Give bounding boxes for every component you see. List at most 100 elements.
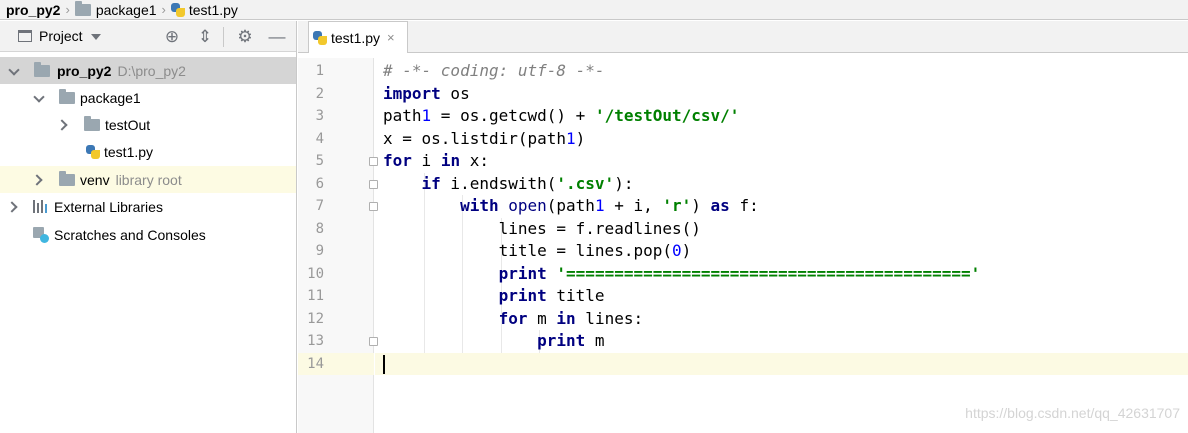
folder-icon <box>34 61 50 77</box>
code-line[interactable]: # -*- coding: utf-8 -*- <box>375 60 1188 83</box>
editor-tab-bar: test1.py × <box>298 21 1188 53</box>
code-line[interactable]: x = os.listdir(path1) <box>375 128 1188 151</box>
tree-item-scratches[interactable]: Scratches and Consoles <box>0 221 296 248</box>
tree-item-test1-py[interactable]: test1.py <box>0 138 296 165</box>
code-line[interactable]: print m <box>375 330 1188 353</box>
line-number: 5 <box>315 153 324 169</box>
tree-item-package1[interactable]: package1 <box>0 84 296 111</box>
project-view-selector[interactable]: Project <box>39 28 83 44</box>
code-line-text: # -*- coding: utf-8 -*- <box>383 61 605 80</box>
breadcrumb-file[interactable]: test1.py <box>170 0 238 19</box>
code-line[interactable]: if i.endswith('.csv'): <box>375 173 1188 196</box>
collapse-arrow-icon[interactable] <box>57 118 69 130</box>
folder-icon <box>84 115 100 131</box>
code-line[interactable]: with open(path1 + i, 'r') as f: <box>375 195 1188 218</box>
line-number: 14 <box>307 355 324 372</box>
gutter-line: 11 <box>298 285 374 308</box>
line-number: 3 <box>315 108 324 124</box>
code-line-text: with open(path1 + i, 'r') as f: <box>460 196 759 215</box>
python-file-icon <box>170 2 185 17</box>
folder-icon <box>74 0 91 16</box>
tree-item-hint: library root <box>115 171 182 188</box>
tab-test1-py[interactable]: test1.py × <box>308 21 408 53</box>
gutter-line: 5 <box>298 150 378 173</box>
line-number-gutter: 1 2 3 4 5 6 7 8 9 10 11 12 13 14 <box>298 58 378 433</box>
breadcrumb-package[interactable]: package1 <box>74 0 157 19</box>
scratch-icon <box>33 226 49 243</box>
tree-item-label: testOut <box>105 116 151 133</box>
library-icon <box>33 200 48 213</box>
tree-item-label: test1.py <box>104 143 154 160</box>
code-line[interactable]: import os <box>375 83 1188 106</box>
breadcrumb-project[interactable]: pro_py2 <box>6 0 61 19</box>
code-line[interactable]: lines = f.readlines() <box>375 218 1188 241</box>
code-line[interactable]: path1 = os.getcwd() + '/testOut/csv/' <box>375 105 1188 128</box>
breadcrumb: pro_py2 › package1 › test1.py <box>0 0 1188 20</box>
tree-item-label: venv <box>80 171 110 188</box>
minimize-icon[interactable]: — <box>267 27 287 47</box>
gutter-line: 10 <box>298 263 374 286</box>
collapse-icon[interactable]: ⇕ <box>195 27 215 47</box>
gutter-line: 3 <box>298 105 374 128</box>
line-number: 12 <box>307 310 324 327</box>
breadcrumb-project-label: pro_py2 <box>6 1 61 18</box>
code-line-text: for m in lines: <box>498 308 644 328</box>
tree-item-label: External Libraries <box>54 198 163 215</box>
code-line-text: lines = f.readlines() <box>383 218 701 238</box>
breadcrumb-file-label: test1.py <box>188 1 238 18</box>
python-file-icon <box>313 30 327 45</box>
tree-item-pro-py2[interactable]: pro_py2 D:\pro_py2 <box>0 57 296 84</box>
tree-item-label: pro_py2 <box>57 62 112 79</box>
gutter-line: 14 <box>298 352 374 375</box>
expand-arrow-icon[interactable] <box>8 64 20 76</box>
tree-item-hint: D:\pro_py2 <box>117 62 186 79</box>
line-number: 7 <box>315 198 324 214</box>
chevron-down-icon[interactable] <box>90 34 101 40</box>
tree-item-external-libraries[interactable]: External Libraries <box>0 193 296 220</box>
project-view-icon <box>18 30 32 42</box>
project-panel: Project ⊕ ⇕ ⚙ — pro_py2 D:\pro_py2 packa… <box>0 21 297 433</box>
tab-label: test1.py <box>331 29 381 46</box>
code-line-text: x = os.listdir(path1) <box>383 128 586 148</box>
code-line-text: print '=================================… <box>498 263 981 283</box>
toolbar-divider <box>223 27 224 47</box>
gutter-line: 9 <box>298 240 374 263</box>
line-number: 8 <box>315 220 324 237</box>
collapse-arrow-icon[interactable] <box>7 200 19 212</box>
code-line[interactable]: title = lines.pop(0) <box>375 240 1188 263</box>
line-number: 6 <box>315 175 324 192</box>
target-icon[interactable]: ⊕ <box>162 27 182 47</box>
gear-icon[interactable]: ⚙ <box>235 27 255 47</box>
gutter-line: 1 <box>298 60 374 83</box>
line-number: 1 <box>315 63 324 79</box>
tree-item-testout[interactable]: testOut <box>0 111 296 138</box>
collapse-arrow-icon[interactable] <box>32 173 44 185</box>
tree-item-venv[interactable]: venv library root <box>0 166 296 193</box>
breadcrumb-separator: › <box>161 2 166 17</box>
close-icon[interactable]: × <box>387 30 395 45</box>
line-number: 2 <box>315 85 324 102</box>
code-line[interactable]: for m in lines: <box>375 308 1188 331</box>
python-file-icon <box>86 144 100 159</box>
gutter-line: 2 <box>298 83 374 106</box>
code-line-text: path1 = os.getcwd() + '/testOut/csv/' <box>383 106 740 125</box>
line-number: 10 <box>307 265 324 282</box>
code-line[interactable]: print '=================================… <box>375 263 1188 286</box>
gutter-line: 8 <box>298 218 374 241</box>
watermark: https://blog.csdn.net/qq_42631707 <box>965 405 1180 421</box>
code-line-text: for i in x: <box>383 151 489 170</box>
code-line-text: if i.endswith('.csv'): <box>421 173 634 193</box>
line-number: 4 <box>315 130 324 147</box>
folder-icon <box>59 170 75 186</box>
code-line[interactable]: print title <box>375 285 1188 308</box>
code-line[interactable] <box>375 352 1188 375</box>
gutter-line: 4 <box>298 128 374 151</box>
code-line-text: print m <box>537 331 605 350</box>
code-editor[interactable]: # -*- coding: utf-8 -*- import os path1 = … <box>375 58 1188 433</box>
line-number: 11 <box>307 288 324 304</box>
code-line[interactable]: for i in x: <box>375 150 1188 173</box>
code-line-text: title = lines.pop(0) <box>383 241 692 260</box>
expand-arrow-icon[interactable] <box>33 91 45 103</box>
gutter-line: 7 <box>298 195 378 218</box>
text-caret <box>383 354 385 374</box>
